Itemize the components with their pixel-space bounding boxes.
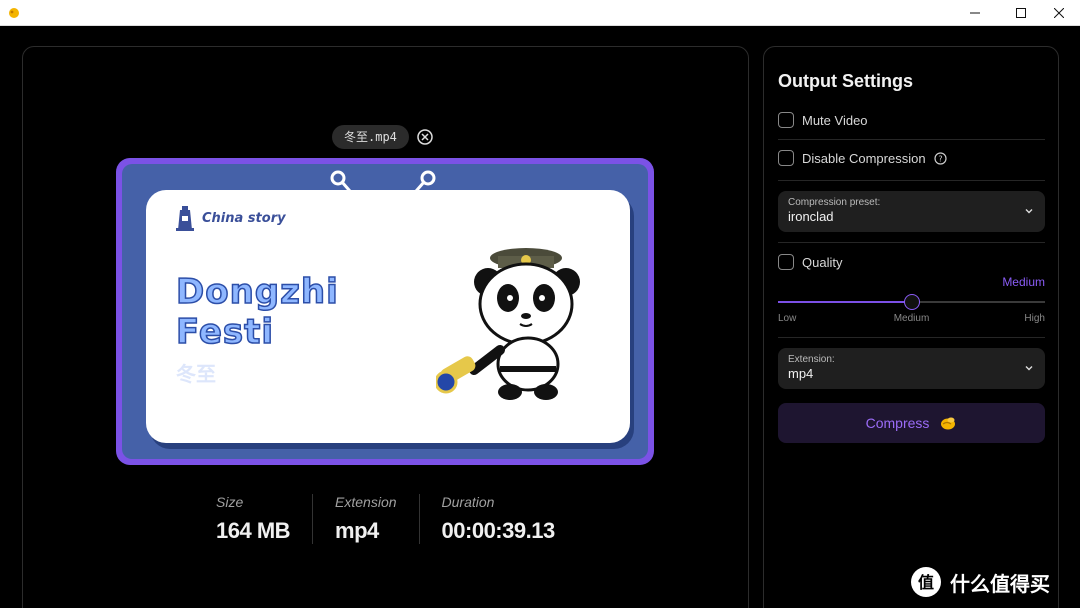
close-window-button[interactable] bbox=[1036, 0, 1080, 26]
compress-button[interactable]: Compress bbox=[778, 403, 1045, 443]
window-titlebar bbox=[0, 0, 1080, 26]
slider-mark-medium: Medium bbox=[893, 313, 930, 324]
slider-mark-high: High bbox=[1024, 313, 1045, 324]
stat-value: mp4 bbox=[335, 518, 379, 543]
stat-label: Duration bbox=[441, 494, 495, 510]
china-story-logo: China story bbox=[174, 204, 286, 232]
quality-option[interactable]: Quality bbox=[778, 254, 842, 270]
minimize-button[interactable] bbox=[952, 0, 998, 26]
thumbnail-subtitle: 冬至 bbox=[176, 364, 216, 386]
output-settings-panel: Output Settings Mute Video Disable Compr… bbox=[763, 46, 1059, 608]
app-logo-icon bbox=[9, 8, 19, 18]
title-line-1: Dongzhi bbox=[175, 271, 339, 313]
watermark-text: 什么值得买 bbox=[950, 571, 1050, 596]
chevron-down-icon bbox=[1025, 209, 1033, 214]
compression-preset-value: ironclad bbox=[788, 209, 834, 224]
quality-slider-thumb[interactable] bbox=[903, 294, 920, 310]
close-icon bbox=[1054, 8, 1064, 18]
divider bbox=[778, 337, 1045, 338]
divider bbox=[778, 139, 1045, 140]
video-preview: China story Dongzhi Festi 冬至 bbox=[116, 158, 654, 465]
divider bbox=[778, 180, 1045, 181]
compression-preset-label: Compression preset: bbox=[788, 197, 881, 208]
mute-video-checkbox[interactable] bbox=[778, 112, 794, 128]
quality-level-text: Medium bbox=[1002, 275, 1045, 289]
site-watermark: 值 什么值得买 bbox=[910, 566, 1050, 598]
watermark-logo-icon: 值 bbox=[911, 567, 941, 597]
thumbnail-title: Dongzhi Festi bbox=[175, 271, 339, 353]
stat-size: Size 164 MB bbox=[216, 494, 314, 544]
chevron-down-icon bbox=[1025, 366, 1033, 371]
compression-preset-select[interactable]: Compression preset: ironclad bbox=[778, 191, 1045, 232]
panel-title: Output Settings bbox=[778, 71, 913, 91]
maximize-icon bbox=[1016, 8, 1026, 18]
divider bbox=[778, 242, 1045, 243]
quality-checkbox[interactable] bbox=[778, 254, 794, 270]
stat-duration: Duration 00:00:39.13 bbox=[442, 494, 577, 544]
extension-value: mp4 bbox=[788, 366, 814, 381]
info-icon[interactable]: ? bbox=[933, 151, 947, 165]
file-name-chip: 冬至.mp4 bbox=[332, 125, 409, 149]
thumbnail-card: China story Dongzhi Festi 冬至 bbox=[146, 190, 630, 443]
stat-value: 164 MB bbox=[216, 518, 291, 543]
stat-extension: Extension mp4 bbox=[335, 494, 420, 544]
pinch-hand-icon bbox=[941, 417, 956, 430]
quality-slider[interactable] bbox=[778, 294, 1045, 310]
logo-text: China story bbox=[202, 210, 286, 226]
file-stats: Size 164 MB Extension mp4 Duration 00:00… bbox=[216, 494, 599, 544]
compress-button-label: Compress bbox=[865, 415, 930, 431]
remove-file-icon[interactable] bbox=[416, 128, 434, 146]
stat-value: 00:00:39.13 bbox=[441, 518, 556, 543]
stat-label: Extension bbox=[335, 494, 397, 510]
mute-video-label: Mute Video bbox=[802, 112, 868, 128]
disable-compression-label: Disable Compression bbox=[802, 150, 926, 166]
svg-text:值: 值 bbox=[918, 573, 934, 592]
extension-select[interactable]: Extension: mp4 bbox=[778, 348, 1045, 389]
title-line-2: Festi bbox=[175, 311, 275, 353]
stat-label: Size bbox=[216, 494, 244, 510]
disable-compression-checkbox[interactable] bbox=[778, 150, 794, 166]
lighthouse-icon bbox=[176, 206, 194, 231]
mute-video-option[interactable]: Mute Video bbox=[778, 112, 868, 128]
video-thumbnail: China story Dongzhi Festi 冬至 bbox=[122, 164, 648, 459]
panda-mascot-icon bbox=[436, 248, 580, 400]
extension-label: Extension: bbox=[788, 354, 835, 365]
quality-slider-fill bbox=[778, 301, 912, 303]
svg-text:?: ? bbox=[938, 154, 942, 163]
quality-label: Quality bbox=[802, 254, 843, 270]
slider-mark-low: Low bbox=[778, 313, 797, 324]
disable-compression-option[interactable]: Disable Compression ? bbox=[778, 150, 947, 166]
minimize-icon bbox=[970, 12, 980, 14]
